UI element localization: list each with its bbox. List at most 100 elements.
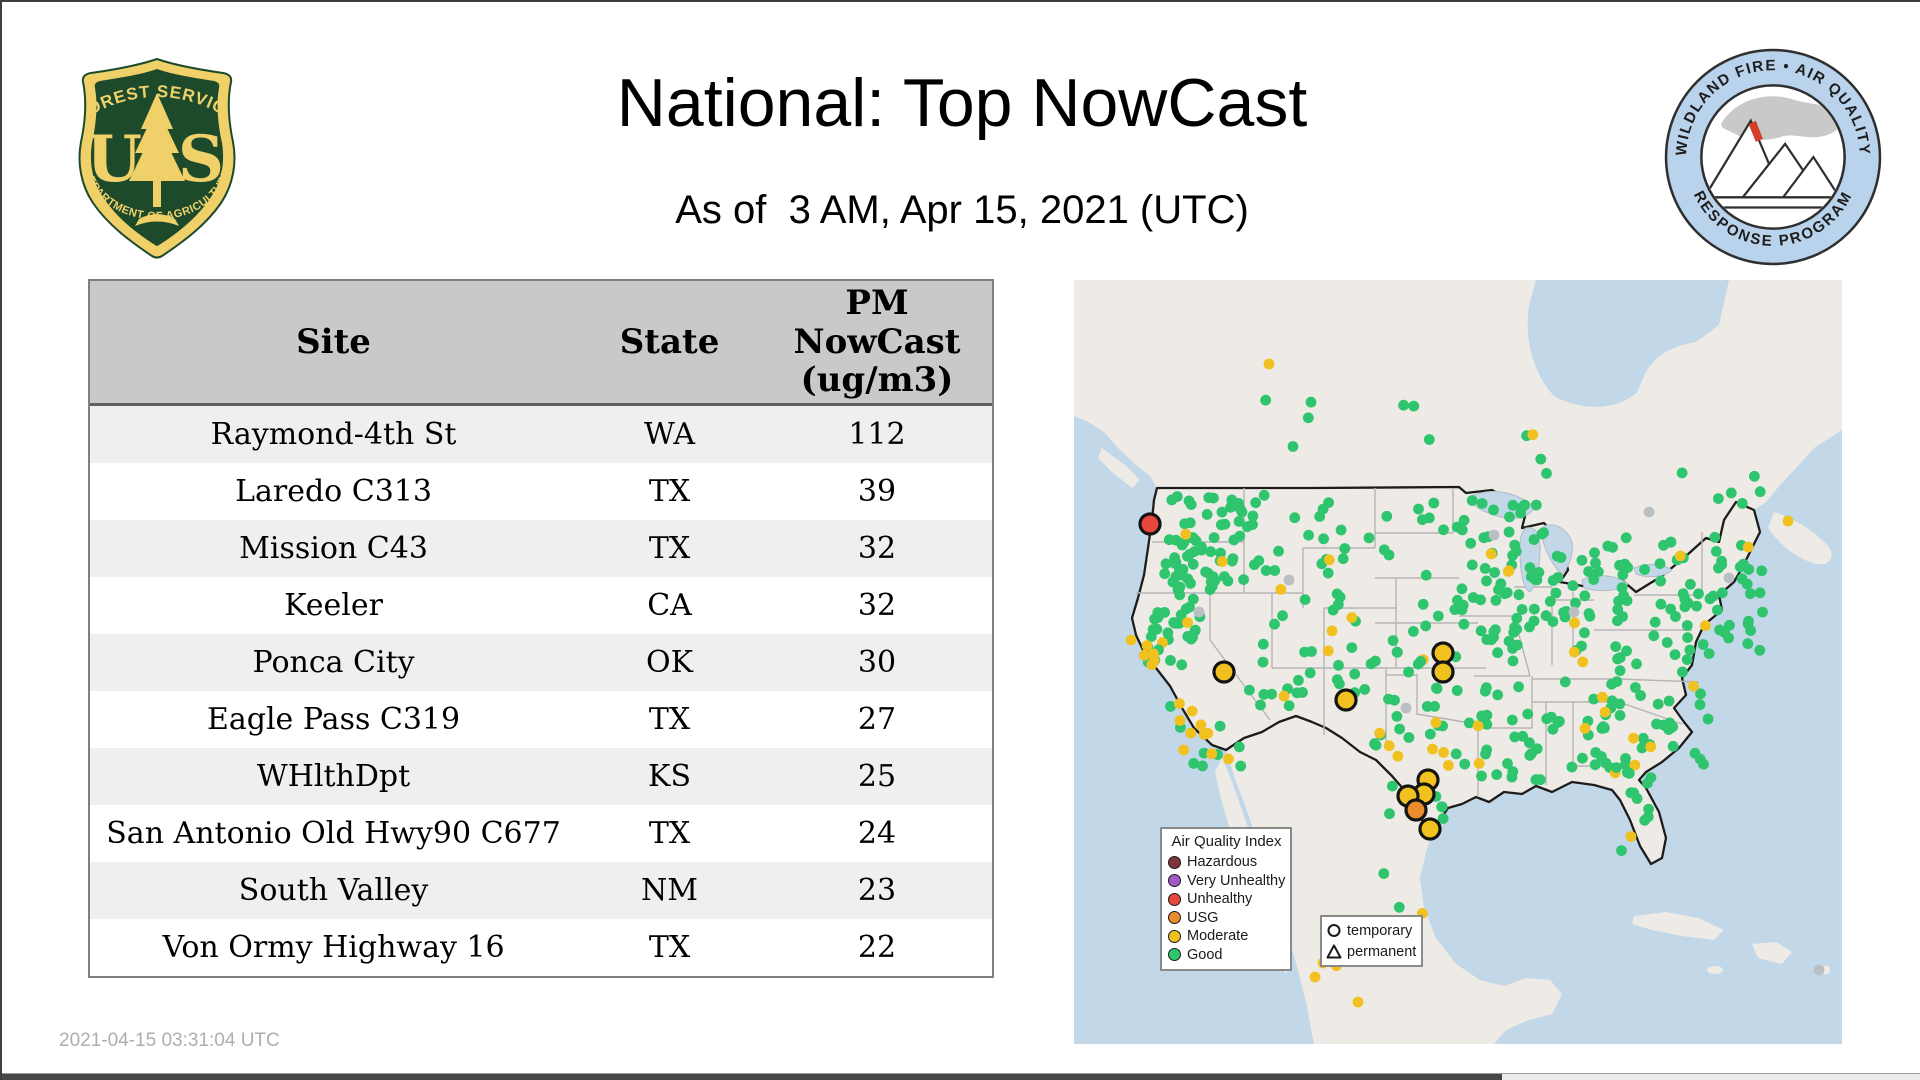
monitor-dot[interactable] (1507, 655, 1519, 667)
monitor-dot[interactable] (1215, 519, 1227, 531)
monitor-dot[interactable] (1180, 528, 1192, 540)
monitor-dot[interactable] (1198, 729, 1210, 740)
monitor-dot[interactable] (1612, 604, 1624, 615)
highlighted-monitor-dot[interactable] (1431, 641, 1455, 665)
monitor-dot[interactable] (1201, 509, 1213, 520)
aqi-map[interactable]: Air Quality Index Hazardous Very Unhealth… (1074, 280, 1842, 1044)
monitor-dot[interactable] (1346, 612, 1358, 623)
monitor-dot[interactable] (1476, 770, 1487, 782)
monitor-dot[interactable] (1222, 575, 1234, 587)
monitor-dot[interactable] (1611, 762, 1622, 773)
monitor-dot[interactable] (1503, 565, 1515, 577)
monitor-dot[interactable] (1507, 499, 1519, 511)
monitor-dot[interactable] (1223, 753, 1234, 765)
monitor-dot[interactable] (1545, 711, 1557, 723)
monitor-dot[interactable] (1206, 580, 1218, 592)
monitor-dot[interactable] (1234, 530, 1246, 542)
monitor-dot[interactable] (1745, 625, 1756, 636)
monitor-dot[interactable] (1736, 498, 1748, 509)
monitor-dot[interactable] (1299, 646, 1310, 658)
monitor-dot[interactable] (1749, 470, 1760, 482)
monitor-dot[interactable] (1607, 541, 1618, 553)
monitor-dot[interactable] (1170, 534, 1182, 546)
monitor-dot[interactable] (1639, 564, 1650, 575)
monitor-dot[interactable] (1725, 487, 1737, 499)
monitor-dot[interactable] (1235, 760, 1247, 772)
monitor-dot[interactable] (1408, 626, 1419, 637)
highlighted-monitor-dot[interactable] (1431, 660, 1455, 684)
monitor-dot[interactable] (1458, 514, 1470, 526)
highlighted-monitor-dot[interactable] (1334, 688, 1358, 712)
monitor-dot[interactable] (1547, 575, 1559, 586)
monitor-dot[interactable] (1247, 510, 1259, 522)
monitor-dot[interactable] (1383, 740, 1395, 752)
monitor-dot[interactable] (1334, 591, 1346, 603)
monitor-dot[interactable] (1349, 668, 1361, 680)
monitor-dot[interactable] (1309, 971, 1321, 983)
monitor-dot[interactable] (1299, 594, 1311, 605)
monitor-dot[interactable] (1403, 666, 1414, 678)
monitor-dot[interactable] (1681, 654, 1693, 665)
monitor-dot[interactable] (1623, 767, 1635, 779)
monitor-dot[interactable] (1304, 667, 1316, 679)
monitor-dot[interactable] (1392, 750, 1404, 762)
monitor-dot[interactable] (1236, 506, 1248, 518)
monitor-dot[interactable] (1628, 732, 1639, 744)
monitor-dot[interactable] (1522, 708, 1534, 720)
monitor-dot[interactable] (1610, 641, 1622, 652)
monitor-dot[interactable] (1665, 603, 1676, 615)
monitor-dot[interactable] (1182, 617, 1193, 628)
monitor-dot[interactable] (1674, 550, 1686, 562)
monitor-dot[interactable] (1459, 758, 1471, 770)
monitor-dot[interactable] (1577, 656, 1589, 668)
monitor-dot[interactable] (1677, 588, 1689, 600)
monitor-dot[interactable] (1420, 569, 1432, 581)
monitor-dot[interactable] (1658, 539, 1669, 551)
monitor-dot[interactable] (1423, 434, 1435, 445)
monitor-dot[interactable] (1756, 565, 1768, 577)
monitor-dot[interactable] (1170, 556, 1182, 568)
monitor-dot[interactable] (1652, 698, 1664, 710)
monitor-dot[interactable] (1302, 412, 1314, 424)
monitor-dot[interactable] (1400, 702, 1412, 714)
monitor-dot[interactable] (1566, 761, 1578, 773)
monitor-dot[interactable] (1583, 566, 1594, 577)
monitor-dot[interactable] (1568, 646, 1580, 658)
monitor-dot[interactable] (1187, 558, 1199, 570)
horizontal-scrollbar[interactable] (2, 1073, 1920, 1080)
monitor-dot[interactable] (1688, 680, 1699, 692)
monitor-dot[interactable] (1457, 599, 1469, 611)
monitor-dot[interactable] (1611, 676, 1623, 687)
monitor-dot[interactable] (1174, 715, 1186, 726)
monitor-dot[interactable] (1741, 578, 1753, 590)
monitor-dot[interactable] (1510, 545, 1522, 557)
monitor-dot[interactable] (1417, 598, 1429, 610)
monitor-dot[interactable] (1745, 588, 1756, 600)
monitor-dot[interactable] (1387, 635, 1399, 646)
monitor-dot[interactable] (1148, 655, 1160, 666)
monitor-dot[interactable] (1289, 512, 1301, 524)
monitor-dot[interactable] (1168, 617, 1180, 628)
monitor-dot[interactable] (1625, 831, 1637, 842)
monitor-dot[interactable] (1238, 574, 1249, 585)
monitor-dot[interactable] (1612, 615, 1623, 627)
monitor-dot[interactable] (1694, 699, 1706, 711)
monitor-dot[interactable] (1614, 665, 1626, 676)
monitor-dot[interactable] (1570, 597, 1581, 609)
monitor-dot[interactable] (1504, 511, 1515, 523)
monitor-dot[interactable] (1488, 631, 1499, 643)
monitor-dot[interactable] (1253, 555, 1265, 567)
monitor-dot[interactable] (1260, 394, 1272, 406)
monitor-dot[interactable] (1584, 610, 1596, 622)
monitor-dot[interactable] (1503, 635, 1515, 647)
monitor-dot[interactable] (1283, 574, 1295, 586)
monitor-dot[interactable] (1693, 588, 1704, 600)
monitor-dot[interactable] (1184, 517, 1196, 529)
monitor-dot[interactable] (1479, 563, 1491, 574)
monitor-dot[interactable] (1334, 678, 1345, 690)
monitor-dot[interactable] (1408, 400, 1420, 412)
monitor-dot[interactable] (1480, 682, 1492, 694)
monitor-dot[interactable] (1250, 497, 1262, 509)
monitor-dot[interactable] (1531, 574, 1543, 586)
monitor-dot[interactable] (1579, 723, 1591, 734)
